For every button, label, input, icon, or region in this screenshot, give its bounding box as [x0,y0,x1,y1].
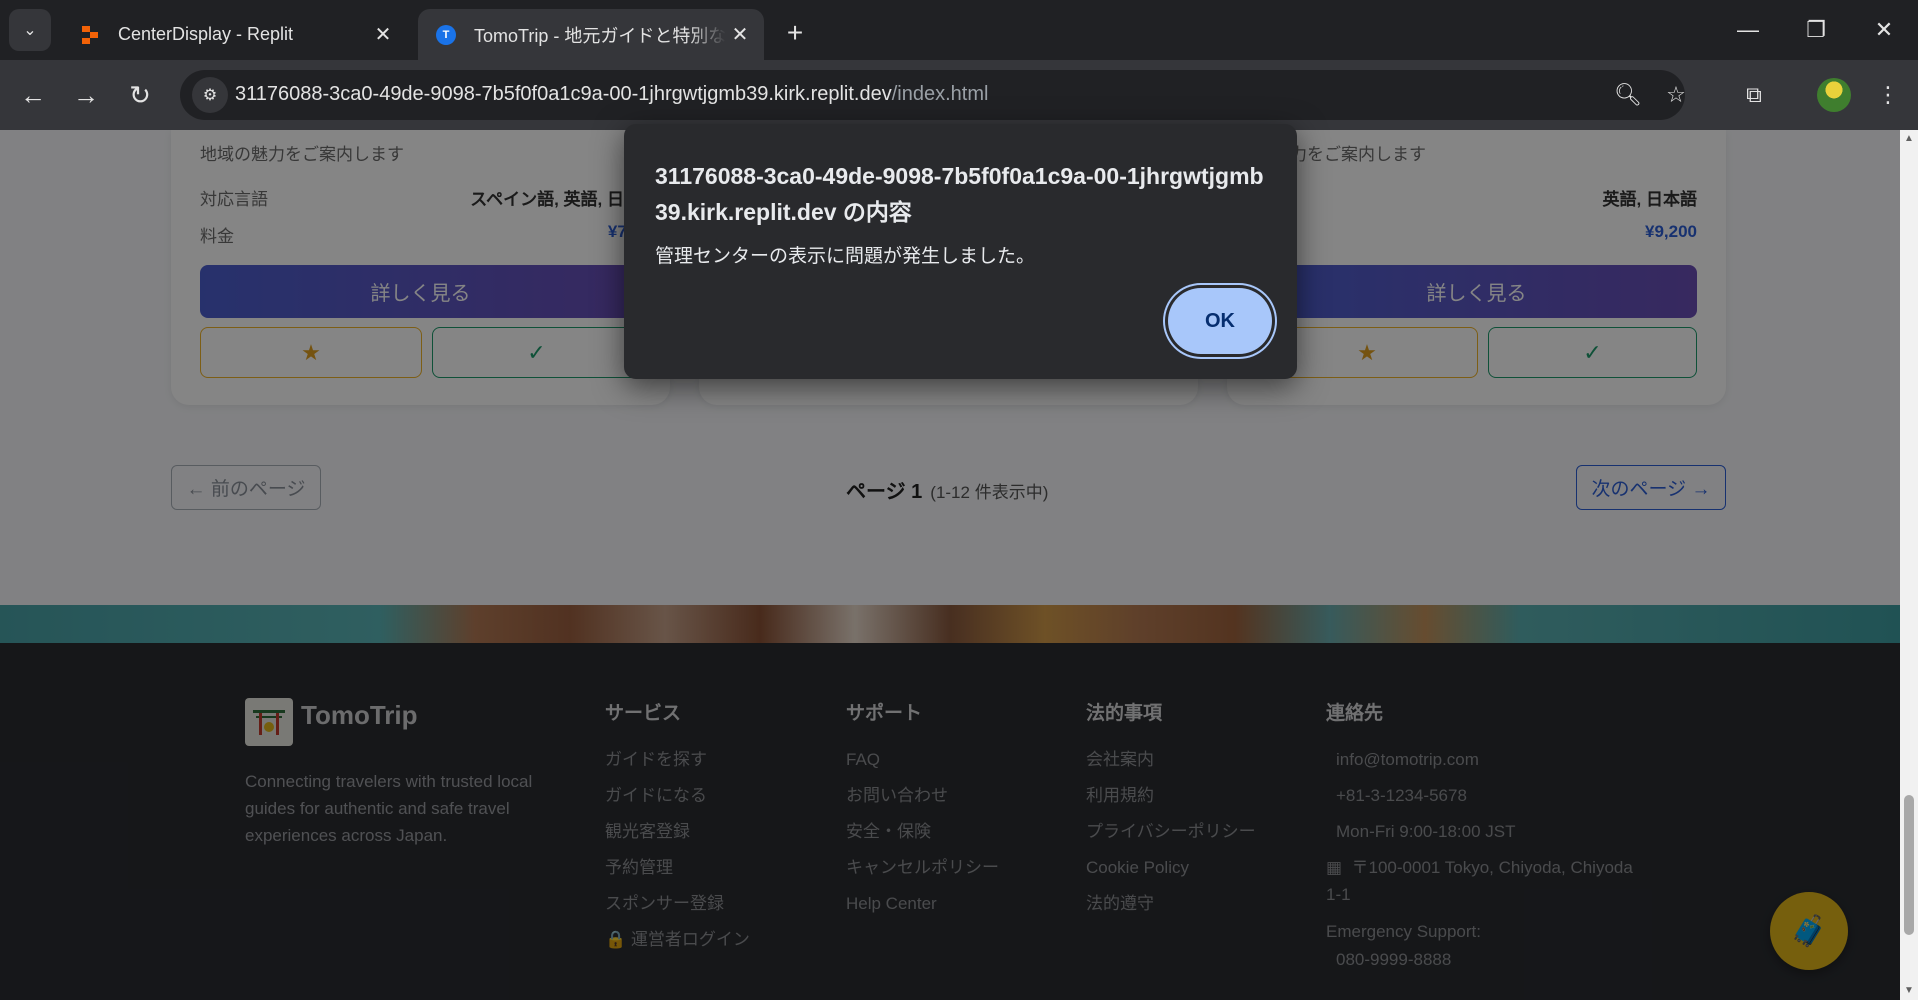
zoom-icon[interactable]: 🔍︎ [1612,79,1644,111]
reload-icon: ↻ [129,79,151,110]
close-tab-icon[interactable]: ✕ [369,21,397,49]
ok-button[interactable]: OK [1168,288,1272,354]
minimize-icon: — [1737,17,1759,42]
url-host: 31176088-3ca0-49de-9098-7b5f0f0a1c9a-00-… [235,83,892,105]
tab-tomotrip[interactable]: T TomoTrip - 地元ガイドと特別な旅 ✕ [418,9,764,60]
url-path: /index.html [891,83,989,105]
scrollbar-thumb[interactable] [1904,795,1914,935]
close-tab-icon[interactable]: ✕ [726,21,754,49]
restore-button[interactable]: ❐ [1782,0,1850,60]
tomotrip-favicon-icon: T [436,24,456,45]
address-bar[interactable]: ⚙ 31176088-3ca0-49de-9098-7b5f0f0a1c9a-0… [180,70,1686,120]
scroll-up-icon[interactable]: ▲ [1904,134,1914,144]
menu-dots-icon[interactable]: ⋮ [1868,75,1908,115]
tab-search-button[interactable]: ⌄ [9,9,51,51]
close-window-button[interactable]: ✕ [1850,0,1918,60]
chevron-down-icon: ⌄ [23,22,37,39]
close-icon: ✕ [1874,17,1894,42]
restore-icon: ❐ [1806,17,1826,42]
extensions-icon[interactable]: ⧉ [1734,75,1774,115]
arrow-right-icon: → [73,79,99,110]
minimize-button[interactable]: — [1714,0,1782,60]
profile-avatar[interactable] [1817,78,1851,112]
url-text[interactable]: 31176088-3ca0-49de-9098-7b5f0f0a1c9a-00-… [235,83,988,106]
arrow-left-icon: ← [20,79,46,110]
reload-button[interactable]: ↻ [120,75,160,115]
new-tab-button[interactable]: + [776,14,814,52]
plus-icon: + [786,17,804,48]
dialog-title: 31176088-3ca0-49de-9098-7b5f0f0a1c9a-00-… [655,163,1264,225]
alert-dialog: 31176088-3ca0-49de-9098-7b5f0f0a1c9a-00-… [624,124,1297,379]
replit-favicon-icon [80,25,100,45]
site-info-button[interactable]: ⚙ [192,77,228,113]
tab-title: CenterDisplay - Replit [118,24,294,44]
bookmark-star-icon[interactable]: ☆ [1660,79,1692,111]
forward-button[interactable]: → [66,75,106,115]
back-button[interactable]: ← [13,75,53,115]
scroll-down-icon[interactable]: ▼ [1904,986,1914,996]
dialog-message: 管理センターの表示に問題が発生しました。 [655,246,1036,267]
tab-title: TomoTrip - 地元ガイドと特別な旅 [474,25,726,46]
tune-icon: ⚙ [202,87,218,104]
tab-centerdisplay[interactable]: CenterDisplay - Replit ✕ [62,9,407,60]
page-scrollbar[interactable]: ▲ ▼ [1900,130,1918,1000]
tab-strip: ⌄ CenterDisplay - Replit ✕ T TomoTrip - … [0,0,1918,60]
